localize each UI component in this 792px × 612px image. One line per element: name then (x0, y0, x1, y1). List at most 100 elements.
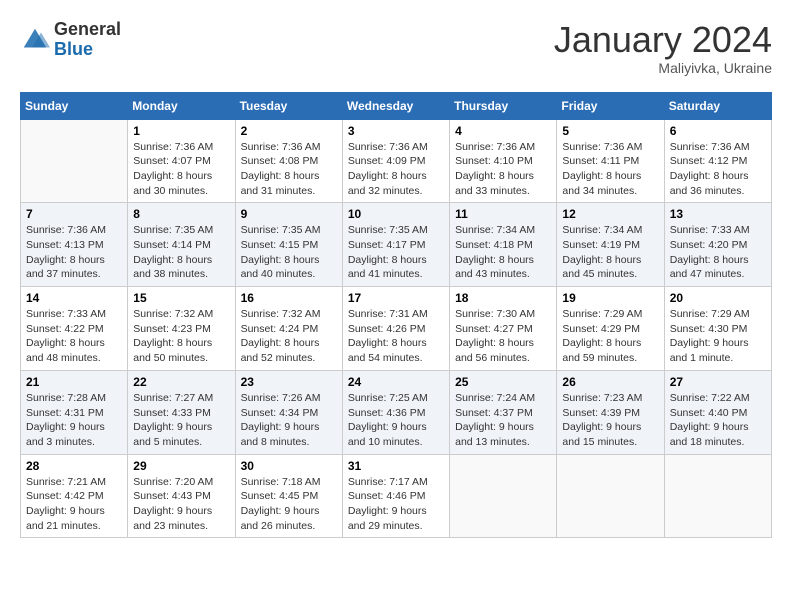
day-info: Sunrise: 7:29 AMSunset: 4:29 PMDaylight:… (562, 307, 658, 366)
calendar-cell: 3 Sunrise: 7:36 AMSunset: 4:09 PMDaylight… (342, 119, 449, 203)
calendar-cell: 17 Sunrise: 7:31 AMSunset: 4:26 PMDayligh… (342, 287, 449, 371)
day-info: Sunrise: 7:27 AMSunset: 4:33 PMDaylight:… (133, 391, 229, 450)
sunset-text: Sunset: 4:42 PM (26, 489, 122, 504)
sunset-text: Sunset: 4:37 PM (455, 406, 551, 421)
calendar-week-row: 14Sunrise: 7:33 AMSunset: 4:22 PMDayligh… (21, 287, 772, 371)
daylight-text: Daylight: 8 hours and 45 minutes. (562, 253, 658, 282)
calendar-cell: 31Sunrise: 7:17 AMSunset: 4:46 PMDayligh… (342, 454, 449, 538)
day-info: Sunrise: 7:23 AMSunset: 4:39 PMDaylight:… (562, 391, 658, 450)
day-number: 5 (562, 124, 658, 138)
month-title: January 2024 (554, 20, 772, 60)
daylight-text: Daylight: 9 hours and 13 minutes. (455, 420, 551, 449)
sunset-text: Sunset: 4:22 PM (26, 322, 122, 337)
day-info: Sunrise: 7:30 AMSunset: 4:27 PMDaylight:… (455, 307, 551, 366)
sunrise-text: Sunrise: 7:27 AM (133, 391, 229, 406)
day-info: Sunrise: 7:35 AMSunset: 4:14 PMDaylight:… (133, 223, 229, 282)
sunset-text: Sunset: 4:12 PM (670, 154, 766, 169)
calendar-cell: 23Sunrise: 7:26 AMSunset: 4:34 PMDayligh… (235, 370, 342, 454)
daylight-text: Daylight: 8 hours and 43 minutes. (455, 253, 551, 282)
sunset-text: Sunset: 4:34 PM (241, 406, 337, 421)
day-info: Sunrise: 7:33 AMSunset: 4:22 PMDaylight:… (26, 307, 122, 366)
day-info: Sunrise: 7:22 AMSunset: 4:40 PMDaylight:… (670, 391, 766, 450)
daylight-text: Daylight: 9 hours and 15 minutes. (562, 420, 658, 449)
day-number: 9 (241, 207, 337, 221)
calendar-cell: 15 Sunrise: 7:32 AMSunset: 4:23 PMDayligh… (128, 287, 235, 371)
sunrise-text: Sunrise: 7:36 AM (562, 140, 658, 155)
day-number: 10 (348, 207, 444, 221)
daylight-text: Daylight: 8 hours and 56 minutes. (455, 336, 551, 365)
daylight-text: Daylight: 8 hours and 37 minutes. (26, 253, 122, 282)
day-number: 27 (670, 375, 766, 389)
calendar-cell: 6Sunrise: 7:36 AMSunset: 4:12 PMDaylight… (664, 119, 771, 203)
sunrise-text: Sunrise: 7:35 AM (348, 223, 444, 238)
calendar-cell: 9 Sunrise: 7:35 AMSunset: 4:15 PMDaylight… (235, 203, 342, 287)
calendar-cell (21, 119, 128, 203)
sunrise-text: Sunrise: 7:36 AM (26, 223, 122, 238)
day-number: 3 (348, 124, 444, 138)
sunrise-text: Sunrise: 7:23 AM (562, 391, 658, 406)
day-info: Sunrise: 7:32 AMSunset: 4:23 PMDaylight:… (133, 307, 229, 366)
sunrise-text: Sunrise: 7:33 AM (670, 223, 766, 238)
calendar-cell: 30 Sunrise: 7:18 AMSunset: 4:45 PMDayligh… (235, 454, 342, 538)
calendar-week-row: 21Sunrise: 7:28 AMSunset: 4:31 PMDayligh… (21, 370, 772, 454)
sunset-text: Sunset: 4:27 PM (455, 322, 551, 337)
calendar-cell: 10Sunrise: 7:35 AMSunset: 4:17 PMDayligh… (342, 203, 449, 287)
day-info: Sunrise: 7:18 AMSunset: 4:45 PMDaylight:… (241, 475, 337, 534)
daylight-text: Daylight: 9 hours and 8 minutes. (241, 420, 337, 449)
daylight-text: Daylight: 8 hours and 52 minutes. (241, 336, 337, 365)
sunrise-text: Sunrise: 7:21 AM (26, 475, 122, 490)
weekday-header: Friday (557, 92, 664, 119)
day-number: 24 (348, 375, 444, 389)
sunrise-text: Sunrise: 7:36 AM (670, 140, 766, 155)
day-number: 31 (348, 459, 444, 473)
daylight-text: Daylight: 9 hours and 10 minutes. (348, 420, 444, 449)
day-number: 13 (670, 207, 766, 221)
calendar-week-row: 1Sunrise: 7:36 AMSunset: 4:07 PMDaylight… (21, 119, 772, 203)
day-number: 2 (241, 124, 337, 138)
sunset-text: Sunset: 4:08 PM (241, 154, 337, 169)
calendar-cell: 21Sunrise: 7:28 AMSunset: 4:31 PMDayligh… (21, 370, 128, 454)
calendar-cell: 7Sunrise: 7:36 AMSunset: 4:13 PMDaylight… (21, 203, 128, 287)
calendar-cell: 4 Sunrise: 7:36 AMSunset: 4:10 PMDaylight… (450, 119, 557, 203)
day-info: Sunrise: 7:36 AMSunset: 4:07 PMDaylight:… (133, 140, 229, 199)
day-number: 30 (241, 459, 337, 473)
day-number: 17 (348, 291, 444, 305)
calendar-week-row: 28Sunrise: 7:21 AMSunset: 4:42 PMDayligh… (21, 454, 772, 538)
sunrise-text: Sunrise: 7:29 AM (562, 307, 658, 322)
calendar-header-row: SundayMondayTuesdayWednesdayThursdayFrid… (21, 92, 772, 119)
sunrise-text: Sunrise: 7:31 AM (348, 307, 444, 322)
sunrise-text: Sunrise: 7:30 AM (455, 307, 551, 322)
day-info: Sunrise: 7:35 AMSunset: 4:15 PMDaylight:… (241, 223, 337, 282)
day-number: 19 (562, 291, 658, 305)
day-info: Sunrise: 7:36 AMSunset: 4:09 PMDaylight:… (348, 140, 444, 199)
sunrise-text: Sunrise: 7:25 AM (348, 391, 444, 406)
day-info: Sunrise: 7:32 AMSunset: 4:24 PMDaylight:… (241, 307, 337, 366)
sunrise-text: Sunrise: 7:36 AM (241, 140, 337, 155)
sunrise-text: Sunrise: 7:17 AM (348, 475, 444, 490)
daylight-text: Daylight: 9 hours and 5 minutes. (133, 420, 229, 449)
day-info: Sunrise: 7:26 AMSunset: 4:34 PMDaylight:… (241, 391, 337, 450)
day-number: 22 (133, 375, 229, 389)
sunrise-text: Sunrise: 7:36 AM (455, 140, 551, 155)
day-number: 15 (133, 291, 229, 305)
daylight-text: Daylight: 8 hours and 34 minutes. (562, 169, 658, 198)
daylight-text: Daylight: 8 hours and 48 minutes. (26, 336, 122, 365)
weekday-header: Thursday (450, 92, 557, 119)
sunrise-text: Sunrise: 7:20 AM (133, 475, 229, 490)
day-number: 4 (455, 124, 551, 138)
day-number: 18 (455, 291, 551, 305)
daylight-text: Daylight: 8 hours and 30 minutes. (133, 169, 229, 198)
day-info: Sunrise: 7:36 AMSunset: 4:10 PMDaylight:… (455, 140, 551, 199)
daylight-text: Daylight: 8 hours and 50 minutes. (133, 336, 229, 365)
calendar-cell: 24Sunrise: 7:25 AMSunset: 4:36 PMDayligh… (342, 370, 449, 454)
daylight-text: Daylight: 8 hours and 47 minutes. (670, 253, 766, 282)
calendar-cell: 25Sunrise: 7:24 AMSunset: 4:37 PMDayligh… (450, 370, 557, 454)
sunrise-text: Sunrise: 7:26 AM (241, 391, 337, 406)
day-info: Sunrise: 7:31 AMSunset: 4:26 PMDaylight:… (348, 307, 444, 366)
calendar-cell: 2Sunrise: 7:36 AMSunset: 4:08 PMDaylight… (235, 119, 342, 203)
calendar-cell: 14Sunrise: 7:33 AMSunset: 4:22 PMDayligh… (21, 287, 128, 371)
day-number: 12 (562, 207, 658, 221)
day-number: 21 (26, 375, 122, 389)
calendar-cell: 20Sunrise: 7:29 AMSunset: 4:30 PMDayligh… (664, 287, 771, 371)
daylight-text: Daylight: 9 hours and 26 minutes. (241, 504, 337, 533)
